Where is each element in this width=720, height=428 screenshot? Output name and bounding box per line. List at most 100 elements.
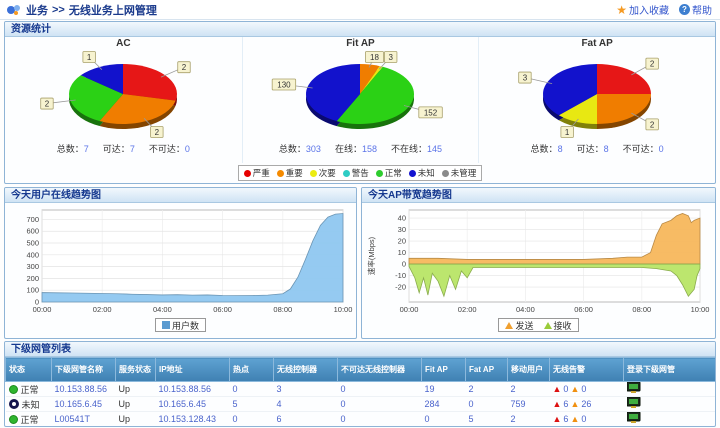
svg-text:04:00: 04:00 (516, 305, 535, 314)
svg-text:200: 200 (26, 274, 39, 283)
help-link[interactable]: ? 帮助 (679, 2, 712, 17)
svg-text:0: 0 (35, 298, 39, 307)
column-header-不可达无线控制器[interactable]: 不可达无线控制器 (338, 358, 422, 382)
wireless-controller-count[interactable]: 6 (274, 412, 338, 427)
fat-ap-count[interactable]: 2 (466, 382, 508, 397)
hotspot-count[interactable]: 5 (230, 397, 274, 412)
fit-ap-count[interactable]: 19 (422, 382, 466, 397)
stat-value: 8 (604, 144, 609, 154)
stat-value: 303 (306, 144, 321, 154)
column-header-IP地址[interactable]: IP地址 (156, 358, 230, 382)
fat-ap-count[interactable]: 5 (466, 412, 508, 427)
wireless-controller-count[interactable]: 4 (274, 397, 338, 412)
stat-label: 总数： (531, 144, 558, 154)
svg-text:100: 100 (26, 286, 39, 295)
column-header-无线告警[interactable]: 无线告警 (550, 358, 624, 382)
favorite-star-icon: ★ (616, 3, 627, 17)
stat-value: 0 (185, 144, 190, 154)
nms-name-link[interactable]: 10.165.6.45 (52, 397, 116, 412)
legend-item-警告: 警告 (343, 167, 369, 179)
svg-text:速率(Mbps): 速率(Mbps) (366, 236, 376, 275)
wireless-alarm-cell[interactable]: ▲6▲26 (550, 397, 624, 412)
send-series-label: 发送 (515, 319, 533, 332)
unreachable-controller-count[interactable]: 0 (338, 412, 422, 427)
column-header-状态[interactable]: 状态 (6, 358, 52, 382)
mobile-user-count[interactable]: 2 (508, 412, 550, 427)
wireless-controller-count[interactable]: 3 (274, 382, 338, 397)
breadcrumb-separator: >> (52, 4, 65, 16)
column-header-下级网管名称[interactable]: 下级网管名称 (52, 358, 116, 382)
hotspot-count[interactable]: 0 (230, 412, 274, 427)
unreachable-controller-count[interactable]: 0 (338, 397, 422, 412)
wireless-management-page: 业务 >> 无线业务上网管理 ★ 加入收藏 ? 帮助 资源统计 AC2221总数… (0, 0, 720, 428)
ip-address-link[interactable]: 10.153.88.56 (156, 382, 230, 397)
legend-color-dot (409, 170, 416, 177)
fit-ap-count[interactable]: 0 (422, 412, 466, 427)
help-label: 帮助 (692, 2, 712, 17)
column-header-移动用户[interactable]: 移动用户 (508, 358, 550, 382)
svg-text:0: 0 (402, 260, 406, 269)
add-favorite-link[interactable]: ★ 加入收藏 (616, 2, 669, 17)
login-nms-cell[interactable] (624, 397, 716, 412)
status-cell: 正常 (6, 382, 52, 397)
ip-address-link[interactable]: 10.153.128.43 (156, 412, 230, 427)
column-header-热点[interactable]: 热点 (230, 358, 274, 382)
nms-name-link[interactable]: L00541T (52, 412, 116, 427)
svg-text:10: 10 (398, 248, 406, 257)
breadcrumb-section[interactable]: 业务 (26, 2, 48, 18)
login-nms-icon[interactable] (627, 412, 641, 424)
hotspot-count[interactable]: 0 (230, 382, 274, 397)
fat-ap-count[interactable]: 0 (466, 397, 508, 412)
svg-text:08:00: 08:00 (632, 305, 651, 314)
nms-table: 状态下级网管名称服务状态IP地址热点无线控制器不可达无线控制器Fit APFat… (5, 357, 716, 427)
pie-callout-label: 2 (182, 63, 187, 72)
mobile-user-count[interactable]: 759 (508, 397, 550, 412)
login-nms-icon[interactable] (627, 382, 641, 394)
stat-value: 7 (84, 144, 89, 154)
nms-name-link[interactable]: 10.153.88.56 (52, 382, 116, 397)
critical-alarm-icon: ▲ (553, 384, 562, 394)
service-status: Up (116, 382, 156, 397)
major-alarm-icon: ▲ (570, 399, 579, 409)
pie-callout-label: 3 (523, 74, 528, 83)
ap-bandwidth-chart: 00:0002:0004:0006:0008:0010:00403020100-… (365, 204, 712, 318)
stat-value: 158 (362, 144, 377, 154)
column-header-无线控制器[interactable]: 无线控制器 (274, 358, 338, 382)
pie-callout-label: 1 (87, 53, 92, 62)
wireless-alarm-cell[interactable]: ▲0▲0 (550, 382, 624, 397)
user-series-label: 用户数 (172, 319, 199, 332)
pie-chart-block: Fit AP183152130总数：303在线：158不在线：145 (242, 37, 479, 163)
legend-color-dot (244, 170, 251, 177)
table-row: 正常L00541TUp10.153.128.43060052▲6▲0 (6, 412, 716, 427)
svg-text:300: 300 (26, 262, 39, 271)
login-nms-cell[interactable] (624, 382, 716, 397)
user-trend-panel: 今天用户在线趋势图 00:0002:0004:0006:0008:0010:00… (4, 187, 357, 339)
svg-text:00:00: 00:00 (400, 305, 419, 314)
pie-charts-row: AC2221总数：7可达：7不可达：0Fit AP183152130总数：303… (5, 37, 715, 163)
unreachable-controller-count[interactable]: 0 (338, 382, 422, 397)
mobile-user-count[interactable]: 2 (508, 382, 550, 397)
pie-chart-block: Fat AP2213总数：8可达：8不可达：0 (478, 37, 715, 163)
ip-address-link[interactable]: 10.165.6.45 (156, 397, 230, 412)
stat-value: 7 (130, 144, 135, 154)
major-alarm-icon: ▲ (570, 384, 579, 394)
legend-item-正常: 正常 (376, 167, 402, 179)
login-nms-icon[interactable] (627, 397, 641, 409)
pie-callout-label: 2 (155, 128, 160, 137)
legend-item-未知: 未知 (409, 167, 435, 179)
login-nms-cell[interactable] (624, 412, 716, 427)
column-header-服务状态[interactable]: 服务状态 (116, 358, 156, 382)
resource-stats-panel: 资源统计 AC2221总数：7可达：7不可达：0Fit AP183152130总… (4, 21, 716, 184)
svg-text:06:00: 06:00 (213, 305, 232, 314)
svg-text:02:00: 02:00 (93, 305, 112, 314)
svg-text:10:00: 10:00 (334, 305, 353, 314)
column-header-Fat AP[interactable]: Fat AP (466, 358, 508, 382)
ap-bandwidth-panel: 今天AP带宽趋势图 00:0002:0004:0006:0008:0010:00… (361, 187, 716, 339)
pie-callout-label: 18 (370, 53, 379, 62)
status-icon (9, 415, 18, 424)
user-trend-chart: 00:0002:0004:0006:0008:0010:000100200300… (8, 204, 353, 318)
fit-ap-count[interactable]: 284 (422, 397, 466, 412)
wireless-alarm-cell[interactable]: ▲6▲0 (550, 412, 624, 427)
column-header-Fit AP[interactable]: Fit AP (422, 358, 466, 382)
column-header-登录下级网管[interactable]: 登录下级网管 (624, 358, 716, 382)
